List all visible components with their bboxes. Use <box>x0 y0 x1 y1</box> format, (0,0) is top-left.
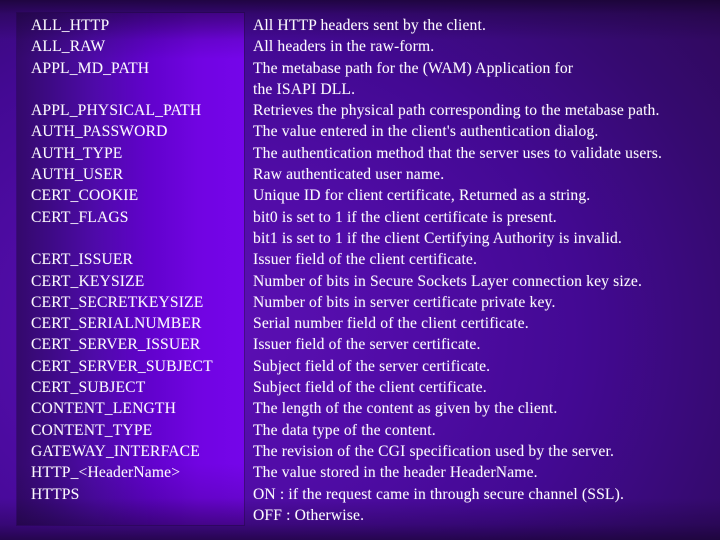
variable-description-row: Subject field of the client certificate. <box>253 379 487 397</box>
variable-description-row: Number of bits in server certificate pri… <box>253 293 556 311</box>
variable-description-row: The data type of the content. <box>253 421 436 439</box>
variable-description-row: bit0 is set to 1 if the client certifica… <box>253 208 557 226</box>
variable-description-row: All HTTP headers sent by the client. <box>253 17 487 34</box>
slide-canvas: ALL_HTTP ALL_RAW APPL_MD_PATH APPL_PHYSICAL… <box>0 0 720 540</box>
variable-description-row: OFF : Otherwise. <box>253 506 365 524</box>
variable-name-row: CERT_ISSUER <box>31 251 134 269</box>
variable-name-row: HTTP_<HeaderName> <box>31 464 181 482</box>
variable-name-row: CERT_SERVER_SUBJECT <box>31 357 213 375</box>
variable-name-row: APPL_PHYSICAL_PATH <box>31 102 202 120</box>
variable-description-row: Subject field of the server certificate. <box>253 357 491 375</box>
variable-name-row: GATEWAY_INTERFACE <box>31 442 200 460</box>
variable-name-row: AUTH_USER <box>31 166 124 184</box>
variable-description-row: Unique ID for client certificate, Return… <box>253 187 591 205</box>
variable-name-row: AUTH_TYPE <box>31 144 123 162</box>
variable-description-row: The authentication method that the serve… <box>253 144 662 162</box>
variable-name-spacer-row <box>31 505 243 526</box>
variable-description-row: Issuer field of the client certificate. <box>253 251 478 269</box>
variable-name-spacer-row <box>31 79 243 100</box>
variable-name-column: ALL_HTTP ALL_RAW APPL_MD_PATH APPL_PHYSICAL… <box>31 15 243 526</box>
variable-description-row: The value entered in the client's authen… <box>253 123 599 141</box>
variable-name-row: CERT_FLAGS <box>31 208 129 226</box>
variable-name-row: HTTPS <box>31 485 80 503</box>
variable-description-row: the ISAPI DLL. <box>253 80 356 98</box>
variable-name-row: ALL_HTTP <box>31 17 110 34</box>
variable-description-row: The metabase path for the (WAM) Applicat… <box>253 59 574 77</box>
variable-name-row: CONTENT_LENGTH <box>31 400 177 418</box>
variable-name-row: CERT_COOKIE <box>31 187 139 205</box>
variable-description-row: Retrieves the physical path correspondin… <box>253 102 660 120</box>
variable-name-row: CERT_SERIALNUMBER <box>31 315 202 333</box>
variable-description-row: The value stored in the header HeaderNam… <box>253 464 538 482</box>
variable-description-row: The length of the content as given by th… <box>253 400 558 418</box>
variable-name-row: CERT_SERVER_ISSUER <box>31 336 201 354</box>
variable-description-row: Issuer field of the server certificate. <box>253 336 481 354</box>
variable-description-row: ON : if the request came in through secu… <box>253 485 624 503</box>
variable-name-row: APPL_MD_PATH <box>31 59 150 77</box>
variable-name-row: ALL_RAW <box>31 38 106 56</box>
variable-description-row: bit1 is set to 1 if the client Certifyin… <box>253 229 622 247</box>
variable-description-column: All HTTP headers sent by the client. All … <box>253 15 719 526</box>
variable-name-row: AUTH_PASSWORD <box>31 123 168 141</box>
variable-description-row: Raw authenticated user name. <box>253 166 445 184</box>
variable-name-spacer-row <box>31 228 243 249</box>
variable-description-row: Serial number field of the client certif… <box>253 315 529 333</box>
variable-name-row: CERT_SUBJECT <box>31 379 146 397</box>
variable-description-row: All headers in the raw-form. <box>253 38 435 56</box>
variable-name-row: CONTENT_TYPE <box>31 421 153 439</box>
variable-description-row: Number of bits in Secure Sockets Layer c… <box>253 272 643 290</box>
variable-name-row: CERT_SECRETKEYSIZE <box>31 293 204 311</box>
variable-name-row: CERT_KEYSIZE <box>31 272 145 290</box>
variable-description-row: The revision of the CGI specification us… <box>253 442 615 460</box>
